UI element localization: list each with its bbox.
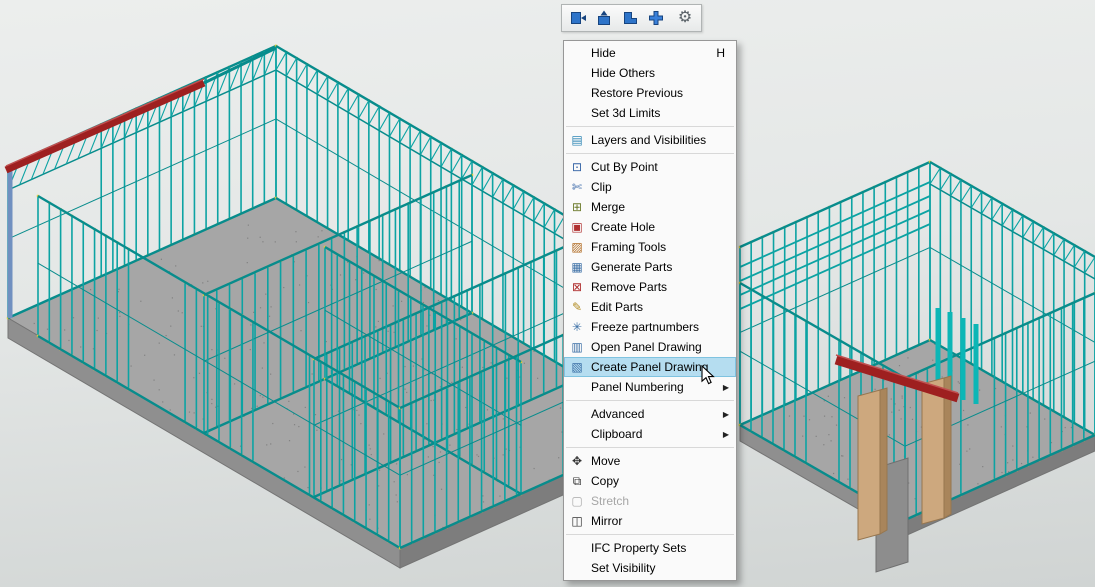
framing-tools-icon: ▨: [567, 241, 587, 253]
menu-item-restore-previous[interactable]: Restore Previous: [564, 83, 736, 103]
menu-item-hide-others[interactable]: Hide Others: [564, 63, 736, 83]
submenu-arrow-icon: ▶: [723, 410, 734, 419]
create-hole-icon: ▣: [567, 221, 587, 233]
menu-item-hide[interactable]: HideH: [564, 43, 736, 63]
menu-item-create-hole[interactable]: ▣Create Hole: [564, 217, 736, 237]
menu-item-label: Freeze partnumbers: [587, 320, 734, 334]
menu-item-label: Generate Parts: [587, 260, 734, 274]
menu-item-label: Layers and Visibilities: [587, 133, 734, 147]
menu-item-open-panel-drawing[interactable]: ▥Open Panel Drawing: [564, 337, 736, 357]
submenu-arrow-icon: ▶: [723, 430, 734, 439]
context-menu: HideH Hide Others Restore Previous Set 3d L…: [563, 40, 737, 581]
menu-item-set-visibility[interactable]: Set Visibility: [564, 558, 736, 578]
menu-item-label: Clip: [587, 180, 734, 194]
menu-item-label: Create Hole: [587, 220, 734, 234]
menu-item-label: Remove Parts: [587, 280, 734, 294]
menu-item-label: Restore Previous: [587, 86, 734, 100]
remove-parts-icon: ⊠: [567, 281, 587, 293]
menu-item-remove-parts[interactable]: ⊠Remove Parts: [564, 277, 736, 297]
settings-gear-icon[interactable]: ⚙: [673, 7, 697, 29]
merge-icon: ⊞: [567, 201, 587, 213]
open-panel-drawing-icon: ▥: [567, 341, 587, 353]
menu-item-panel-numbering[interactable]: Panel Numbering▶: [564, 377, 736, 397]
edit-parts-icon: ✎: [567, 301, 587, 313]
menu-item-label: Open Panel Drawing: [587, 340, 734, 354]
menu-item-label: Move: [587, 454, 734, 468]
menu-item-label: Edit Parts: [587, 300, 734, 314]
panel-arrow-left-icon[interactable]: [566, 7, 590, 29]
menu-item-layers-and-visibilities[interactable]: ▤Layers and Visibilities: [564, 130, 736, 150]
menu-item-label: Hide: [587, 46, 716, 60]
menu-item-merge[interactable]: ⊞Merge: [564, 197, 736, 217]
menu-item-advanced[interactable]: Advanced▶: [564, 404, 736, 424]
right-building-slab: [740, 340, 1095, 536]
panel-plus-icon[interactable]: [644, 7, 668, 29]
stretch-icon: ▢: [567, 495, 587, 507]
menu-item-edit-parts[interactable]: ✎Edit Parts: [564, 297, 736, 317]
menu-item-label: Hide Others: [587, 66, 734, 80]
menu-item-label: Framing Tools: [587, 240, 734, 254]
menu-item-generate-parts[interactable]: ▦Generate Parts: [564, 257, 736, 277]
submenu-arrow-icon: ▶: [723, 383, 734, 392]
menu-item-label: Set 3d Limits: [587, 106, 734, 120]
menu-item-label: Stretch: [587, 494, 734, 508]
menu-separator: [566, 400, 734, 401]
menu-item-label: Clipboard: [587, 427, 723, 441]
menu-item-freeze-partnumbers[interactable]: ✳Freeze partnumbers: [564, 317, 736, 337]
panel-arrow-up-icon[interactable]: [592, 7, 616, 29]
clip-icon: ✄: [567, 181, 587, 193]
menu-item-ifc-property-sets[interactable]: IFC Property Sets: [564, 538, 736, 558]
menu-item-framing-tools[interactable]: ▨Framing Tools: [564, 237, 736, 257]
layers-icon: ▤: [567, 134, 587, 146]
menu-item-label: Copy: [587, 474, 734, 488]
menu-item-label: Cut By Point: [587, 160, 734, 174]
menu-item-label: IFC Property Sets: [587, 541, 734, 555]
menu-item-cut-by-point[interactable]: ⊡Cut By Point: [564, 157, 736, 177]
menu-item-label: Set Visibility: [587, 561, 734, 575]
menu-item-set-3d-limits[interactable]: Set 3d Limits: [564, 103, 736, 123]
menu-item-copy[interactable]: ⧉Copy: [564, 471, 736, 491]
menu-item-label: Create Panel Drawing: [587, 360, 734, 374]
menu-separator: [566, 153, 734, 154]
menu-separator: [566, 126, 734, 127]
menu-item-label: Mirror: [587, 514, 734, 528]
freeze-partnumbers-icon: ✳: [567, 321, 587, 333]
menu-item-clip[interactable]: ✄Clip: [564, 177, 736, 197]
viewport-3d-model[interactable]: [0, 0, 1095, 587]
menu-item-label: Advanced: [587, 407, 723, 421]
mini-toolbar: ⚙: [561, 4, 702, 32]
menu-item-clipboard[interactable]: Clipboard▶: [564, 424, 736, 444]
menu-item-mirror[interactable]: ◫Mirror: [564, 511, 736, 531]
menu-item-label: Panel Numbering: [587, 380, 723, 394]
generate-parts-icon: ▦: [567, 261, 587, 273]
panel-corner-icon[interactable]: [618, 7, 642, 29]
menu-item-create-panel-drawing[interactable]: ▧Create Panel Drawing: [564, 357, 736, 377]
menu-item-label: Merge: [587, 200, 734, 214]
cut-by-point-icon: ⊡: [567, 161, 587, 173]
mirror-icon: ◫: [567, 515, 587, 527]
menu-item-stretch: ▢Stretch: [564, 491, 736, 511]
menu-separator: [566, 534, 734, 535]
shortcut-label: H: [716, 46, 734, 60]
menu-item-move[interactable]: ✥Move: [564, 451, 736, 471]
move-icon: ✥: [567, 455, 587, 467]
copy-icon: ⧉: [567, 475, 587, 487]
menu-separator: [566, 447, 734, 448]
create-panel-drawing-icon: ▧: [567, 361, 587, 373]
